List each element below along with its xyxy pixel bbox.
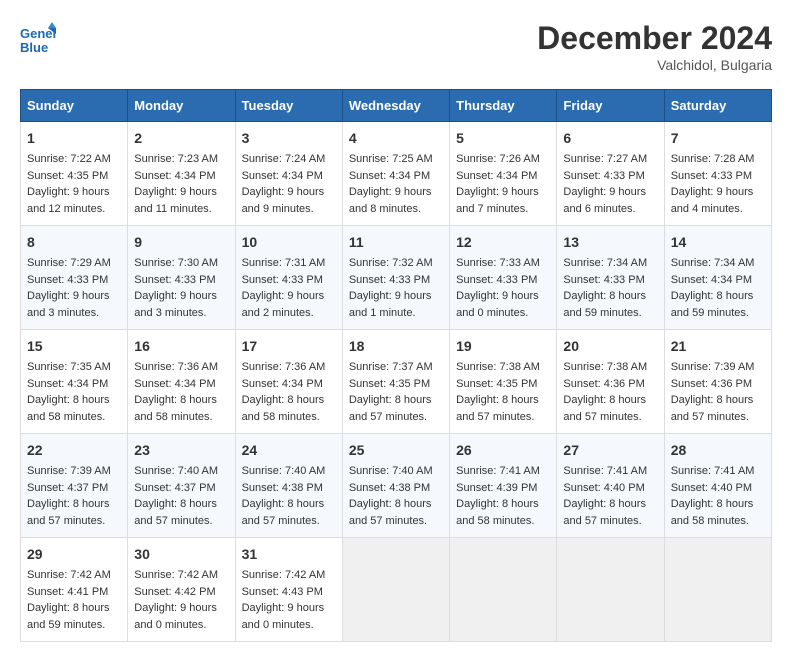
day-number: 28 bbox=[671, 440, 765, 461]
day-number: 10 bbox=[242, 232, 336, 253]
calendar-cell bbox=[342, 538, 449, 642]
title-block: December 2024 Valchidol, Bulgaria bbox=[537, 20, 772, 73]
calendar-cell: 30Sunrise: 7:42 AMSunset: 4:42 PMDayligh… bbox=[128, 538, 235, 642]
calendar-cell: 9Sunrise: 7:30 AMSunset: 4:33 PMDaylight… bbox=[128, 226, 235, 330]
day-number: 6 bbox=[563, 128, 657, 149]
calendar-cell: 18Sunrise: 7:37 AMSunset: 4:35 PMDayligh… bbox=[342, 330, 449, 434]
day-number: 26 bbox=[456, 440, 550, 461]
month-title: December 2024 bbox=[537, 20, 772, 57]
calendar-cell: 26Sunrise: 7:41 AMSunset: 4:39 PMDayligh… bbox=[450, 434, 557, 538]
day-number: 16 bbox=[134, 336, 228, 357]
calendar-week-4: 22Sunrise: 7:39 AMSunset: 4:37 PMDayligh… bbox=[21, 434, 772, 538]
calendar-cell: 23Sunrise: 7:40 AMSunset: 4:37 PMDayligh… bbox=[128, 434, 235, 538]
day-number: 17 bbox=[242, 336, 336, 357]
calendar-cell: 24Sunrise: 7:40 AMSunset: 4:38 PMDayligh… bbox=[235, 434, 342, 538]
day-number: 24 bbox=[242, 440, 336, 461]
calendar-cell: 11Sunrise: 7:32 AMSunset: 4:33 PMDayligh… bbox=[342, 226, 449, 330]
logo-icon: General Blue bbox=[20, 20, 56, 56]
col-thursday: Thursday bbox=[450, 90, 557, 122]
calendar-cell: 29Sunrise: 7:42 AMSunset: 4:41 PMDayligh… bbox=[21, 538, 128, 642]
day-number: 8 bbox=[27, 232, 121, 253]
calendar-cell: 3Sunrise: 7:24 AMSunset: 4:34 PMDaylight… bbox=[235, 122, 342, 226]
day-number: 7 bbox=[671, 128, 765, 149]
calendar-cell: 8Sunrise: 7:29 AMSunset: 4:33 PMDaylight… bbox=[21, 226, 128, 330]
calendar-cell: 31Sunrise: 7:42 AMSunset: 4:43 PMDayligh… bbox=[235, 538, 342, 642]
location: Valchidol, Bulgaria bbox=[537, 57, 772, 73]
col-friday: Friday bbox=[557, 90, 664, 122]
calendar-table: Sunday Monday Tuesday Wednesday Thursday… bbox=[20, 89, 772, 642]
day-number: 30 bbox=[134, 544, 228, 565]
day-number: 9 bbox=[134, 232, 228, 253]
day-number: 14 bbox=[671, 232, 765, 253]
page-header: General Blue December 2024 Valchidol, Bu… bbox=[20, 20, 772, 73]
logo: General Blue bbox=[20, 20, 60, 56]
calendar-cell: 10Sunrise: 7:31 AMSunset: 4:33 PMDayligh… bbox=[235, 226, 342, 330]
calendar-cell: 17Sunrise: 7:36 AMSunset: 4:34 PMDayligh… bbox=[235, 330, 342, 434]
calendar-cell: 7Sunrise: 7:28 AMSunset: 4:33 PMDaylight… bbox=[664, 122, 771, 226]
day-number: 23 bbox=[134, 440, 228, 461]
calendar-cell: 5Sunrise: 7:26 AMSunset: 4:34 PMDaylight… bbox=[450, 122, 557, 226]
day-number: 3 bbox=[242, 128, 336, 149]
calendar-cell: 19Sunrise: 7:38 AMSunset: 4:35 PMDayligh… bbox=[450, 330, 557, 434]
calendar-cell: 27Sunrise: 7:41 AMSunset: 4:40 PMDayligh… bbox=[557, 434, 664, 538]
day-number: 2 bbox=[134, 128, 228, 149]
day-number: 12 bbox=[456, 232, 550, 253]
header-row: Sunday Monday Tuesday Wednesday Thursday… bbox=[21, 90, 772, 122]
calendar-cell: 2Sunrise: 7:23 AMSunset: 4:34 PMDaylight… bbox=[128, 122, 235, 226]
day-number: 31 bbox=[242, 544, 336, 565]
day-number: 1 bbox=[27, 128, 121, 149]
day-number: 11 bbox=[349, 232, 443, 253]
calendar-cell: 15Sunrise: 7:35 AMSunset: 4:34 PMDayligh… bbox=[21, 330, 128, 434]
calendar-cell: 16Sunrise: 7:36 AMSunset: 4:34 PMDayligh… bbox=[128, 330, 235, 434]
col-monday: Monday bbox=[128, 90, 235, 122]
calendar-week-2: 8Sunrise: 7:29 AMSunset: 4:33 PMDaylight… bbox=[21, 226, 772, 330]
calendar-cell: 4Sunrise: 7:25 AMSunset: 4:34 PMDaylight… bbox=[342, 122, 449, 226]
col-wednesday: Wednesday bbox=[342, 90, 449, 122]
day-number: 5 bbox=[456, 128, 550, 149]
calendar-cell: 20Sunrise: 7:38 AMSunset: 4:36 PMDayligh… bbox=[557, 330, 664, 434]
day-number: 13 bbox=[563, 232, 657, 253]
calendar-cell: 6Sunrise: 7:27 AMSunset: 4:33 PMDaylight… bbox=[557, 122, 664, 226]
day-number: 22 bbox=[27, 440, 121, 461]
calendar-cell: 1Sunrise: 7:22 AMSunset: 4:35 PMDaylight… bbox=[21, 122, 128, 226]
calendar-cell: 28Sunrise: 7:41 AMSunset: 4:40 PMDayligh… bbox=[664, 434, 771, 538]
col-tuesday: Tuesday bbox=[235, 90, 342, 122]
day-number: 15 bbox=[27, 336, 121, 357]
day-number: 25 bbox=[349, 440, 443, 461]
day-number: 19 bbox=[456, 336, 550, 357]
day-number: 4 bbox=[349, 128, 443, 149]
calendar-week-5: 29Sunrise: 7:42 AMSunset: 4:41 PMDayligh… bbox=[21, 538, 772, 642]
day-number: 21 bbox=[671, 336, 765, 357]
col-saturday: Saturday bbox=[664, 90, 771, 122]
calendar-week-1: 1Sunrise: 7:22 AMSunset: 4:35 PMDaylight… bbox=[21, 122, 772, 226]
calendar-cell: 14Sunrise: 7:34 AMSunset: 4:34 PMDayligh… bbox=[664, 226, 771, 330]
calendar-cell bbox=[450, 538, 557, 642]
day-number: 18 bbox=[349, 336, 443, 357]
calendar-cell: 25Sunrise: 7:40 AMSunset: 4:38 PMDayligh… bbox=[342, 434, 449, 538]
calendar-cell: 13Sunrise: 7:34 AMSunset: 4:33 PMDayligh… bbox=[557, 226, 664, 330]
calendar-cell: 12Sunrise: 7:33 AMSunset: 4:33 PMDayligh… bbox=[450, 226, 557, 330]
svg-text:Blue: Blue bbox=[20, 40, 48, 55]
day-number: 20 bbox=[563, 336, 657, 357]
calendar-cell bbox=[557, 538, 664, 642]
calendar-cell bbox=[664, 538, 771, 642]
day-number: 27 bbox=[563, 440, 657, 461]
calendar-cell: 21Sunrise: 7:39 AMSunset: 4:36 PMDayligh… bbox=[664, 330, 771, 434]
calendar-week-3: 15Sunrise: 7:35 AMSunset: 4:34 PMDayligh… bbox=[21, 330, 772, 434]
calendar-cell: 22Sunrise: 7:39 AMSunset: 4:37 PMDayligh… bbox=[21, 434, 128, 538]
day-number: 29 bbox=[27, 544, 121, 565]
col-sunday: Sunday bbox=[21, 90, 128, 122]
